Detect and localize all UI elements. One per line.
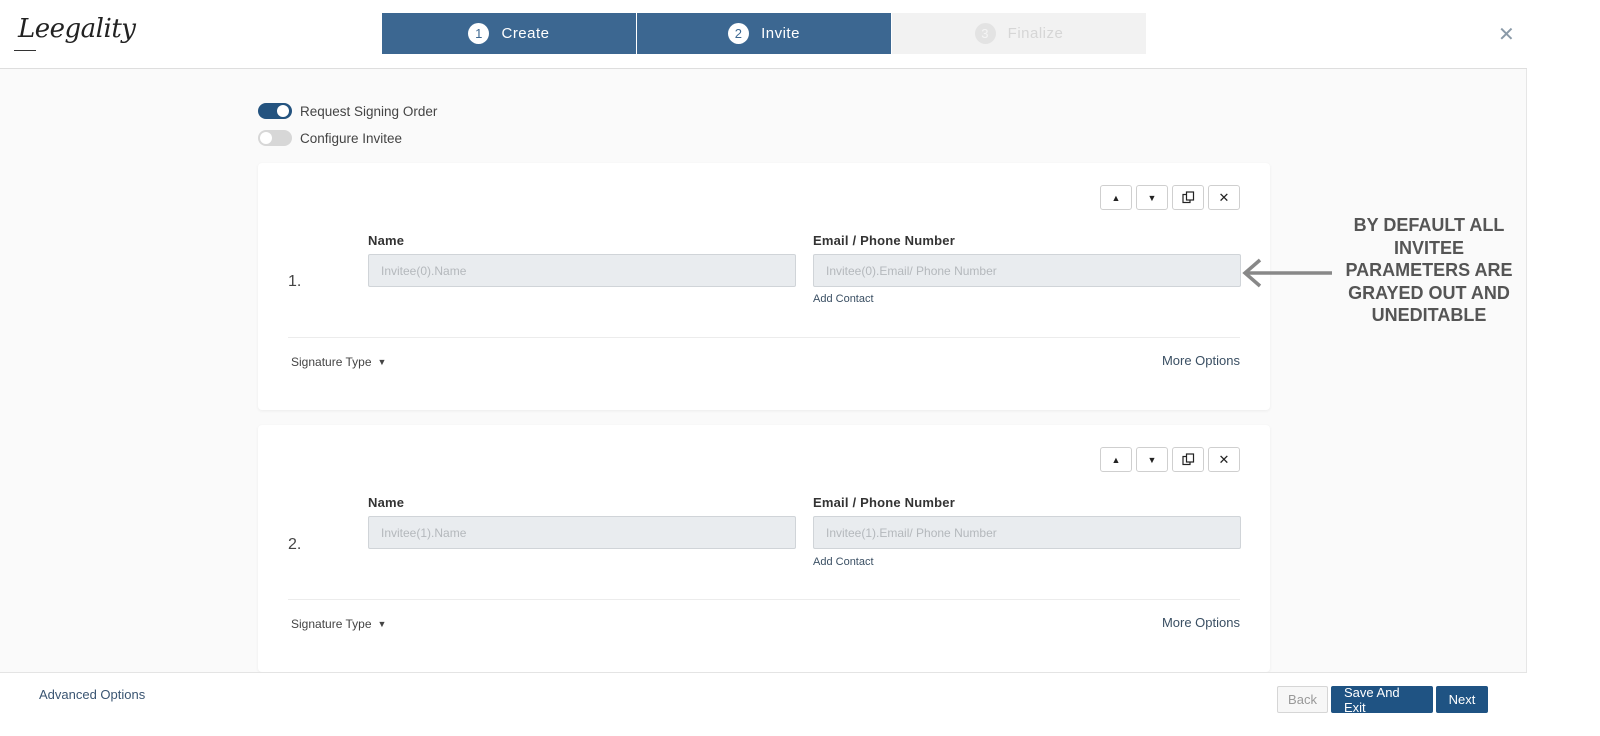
duplicate-button[interactable] <box>1172 185 1204 210</box>
step-create[interactable]: 1 Create <box>382 13 636 54</box>
email-phone-label: Email / Phone Number <box>813 233 955 248</box>
close-icon[interactable]: ✕ <box>1498 22 1515 47</box>
card-toolbar: ▲ ▼ ✕ <box>1100 185 1240 210</box>
footer: Advanced Options Back Save And Exit Next <box>0 672 1527 736</box>
invitee-card: ▲ ▼ ✕ 2. Name Email / Phone Number Add C… <box>258 425 1270 672</box>
caret-down-icon: ▼ <box>1147 192 1157 203</box>
name-input[interactable] <box>368 516 796 549</box>
toggle-knob <box>260 132 272 144</box>
toggle-request-signing-order[interactable]: Request Signing Order <box>258 103 437 119</box>
remove-invitee-button[interactable]: ✕ <box>1208 185 1240 210</box>
signature-type-dropdown[interactable]: Signature Type ▼ <box>291 617 386 631</box>
step-label: Create <box>501 25 550 42</box>
remove-invitee-button[interactable]: ✕ <box>1208 447 1240 472</box>
caret-down-icon: ▼ <box>377 619 387 629</box>
email-phone-label: Email / Phone Number <box>813 495 955 510</box>
step-number: 2 <box>728 23 750 44</box>
caret-down-icon: ▼ <box>377 357 387 367</box>
step-label: Invite <box>761 25 800 42</box>
next-button[interactable]: Next <box>1436 686 1488 713</box>
move-down-button[interactable]: ▼ <box>1136 447 1168 472</box>
name-input[interactable] <box>368 254 796 287</box>
caret-up-icon: ▲ <box>1111 454 1121 465</box>
invitee-card: ▲ ▼ ✕ 1. Name Email / Phone Number Add C… <box>258 163 1270 410</box>
stepper: 1 Create 2 Invite 3 Finalize <box>382 13 1147 54</box>
name-label: Name <box>368 233 405 248</box>
annotation-text: BY DEFAULT ALL INVITEE PARAMETERS ARE GR… <box>1345 215 1513 325</box>
move-down-button[interactable]: ▼ <box>1136 185 1168 210</box>
signature-type-label: Signature Type <box>291 617 372 631</box>
add-contact-link[interactable]: Add Contact <box>813 293 874 305</box>
toggle-configure-invitee[interactable]: Configure Invitee <box>258 130 402 146</box>
card-toolbar: ▲ ▼ ✕ <box>1100 447 1240 472</box>
back-button[interactable]: Back <box>1277 686 1328 713</box>
move-up-button[interactable]: ▲ <box>1100 447 1132 472</box>
more-options-link[interactable]: More Options <box>1162 615 1240 630</box>
caret-down-icon: ▼ <box>1147 454 1157 465</box>
advanced-options-link[interactable]: Advanced Options <box>39 687 145 702</box>
logo-underline <box>14 50 36 51</box>
step-invite[interactable]: 2 Invite <box>637 13 891 54</box>
save-and-exit-button[interactable]: Save And Exit <box>1331 685 1433 715</box>
move-up-button[interactable]: ▲ <box>1100 185 1132 210</box>
step-label: Finalize <box>1007 25 1064 42</box>
copy-icon <box>1181 191 1194 204</box>
email-phone-input[interactable] <box>813 516 1241 549</box>
step-number: 3 <box>974 23 996 44</box>
caret-up-icon: ▲ <box>1111 192 1121 203</box>
toggle-switch[interactable] <box>258 103 292 119</box>
arrow-left-icon <box>1242 258 1332 288</box>
header: Leegality 1 Create 2 Invite 3 Finalize ✕ <box>0 0 1527 69</box>
toggle-label: Request Signing Order <box>300 103 438 119</box>
app-window: Leegality 1 Create 2 Invite 3 Finalize ✕… <box>0 0 1527 736</box>
step-finalize[interactable]: 3 Finalize <box>892 13 1146 54</box>
more-options-link[interactable]: More Options <box>1162 353 1240 368</box>
invitee-index: 1. <box>288 273 302 290</box>
logo: Leegality <box>14 10 136 56</box>
close-icon: ✕ <box>1218 451 1230 467</box>
add-contact-link[interactable]: Add Contact <box>813 556 874 568</box>
toggle-switch[interactable] <box>258 130 292 146</box>
name-label: Name <box>368 495 405 510</box>
close-icon: ✕ <box>1218 189 1230 205</box>
logo-text: Leegality <box>18 14 136 44</box>
email-phone-input[interactable] <box>813 254 1241 287</box>
invitee-index: 2. <box>288 536 302 553</box>
copy-icon <box>1181 453 1194 466</box>
divider <box>288 337 1240 338</box>
toggle-knob <box>277 105 289 117</box>
duplicate-button[interactable] <box>1172 447 1204 472</box>
signature-type-dropdown[interactable]: Signature Type ▼ <box>291 355 386 369</box>
step-number: 1 <box>468 23 490 44</box>
toggle-label: Configure Invitee <box>300 130 403 146</box>
signature-type-label: Signature Type <box>291 355 372 369</box>
divider <box>288 599 1240 600</box>
